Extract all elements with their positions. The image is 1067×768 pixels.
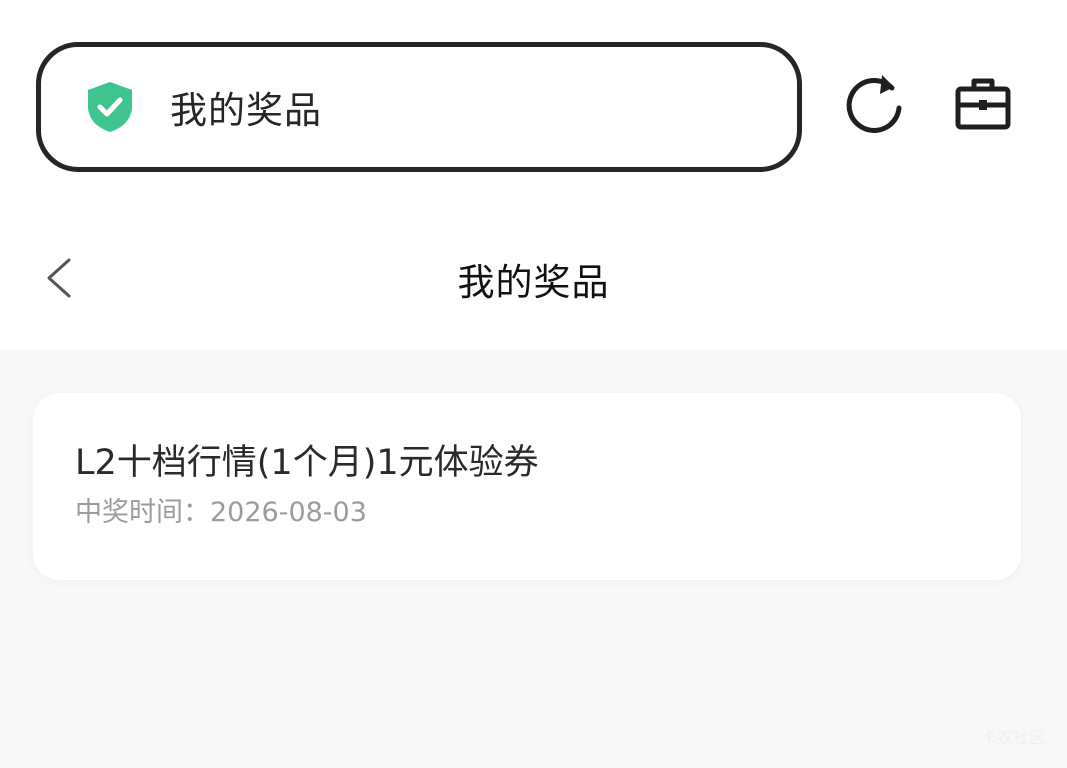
- prize-time: 中奖时间：2026-08-03: [75, 495, 1021, 531]
- toolbox-icon: [953, 75, 1013, 135]
- toolbox-button[interactable]: [950, 72, 1016, 138]
- prize-time-value: 2026-08-03: [210, 497, 367, 528]
- page-title: 我的奖品: [457, 261, 610, 304]
- browser-bar: 我的奖品: [0, 0, 1067, 200]
- prize-name: L2十档行情(1个月)1元体验券: [75, 443, 539, 483]
- address-text: 我的奖品: [170, 89, 322, 132]
- watermark: 卡农社区: [980, 728, 1045, 747]
- prize-time-label: 中奖时间：: [75, 497, 210, 528]
- refresh-icon: [845, 72, 905, 138]
- address-bar[interactable]: 我的奖品: [36, 42, 802, 172]
- shield-check-icon: [83, 80, 137, 134]
- page-header: 我的奖品: [0, 200, 1067, 350]
- prize-list: L2十档行情(1个月)1元体验券 中奖时间：2026-08-03 卡农社区: [0, 350, 1067, 768]
- refresh-button[interactable]: [842, 72, 908, 138]
- prize-card[interactable]: L2十档行情(1个月)1元体验券 中奖时间：2026-08-03: [33, 393, 1021, 580]
